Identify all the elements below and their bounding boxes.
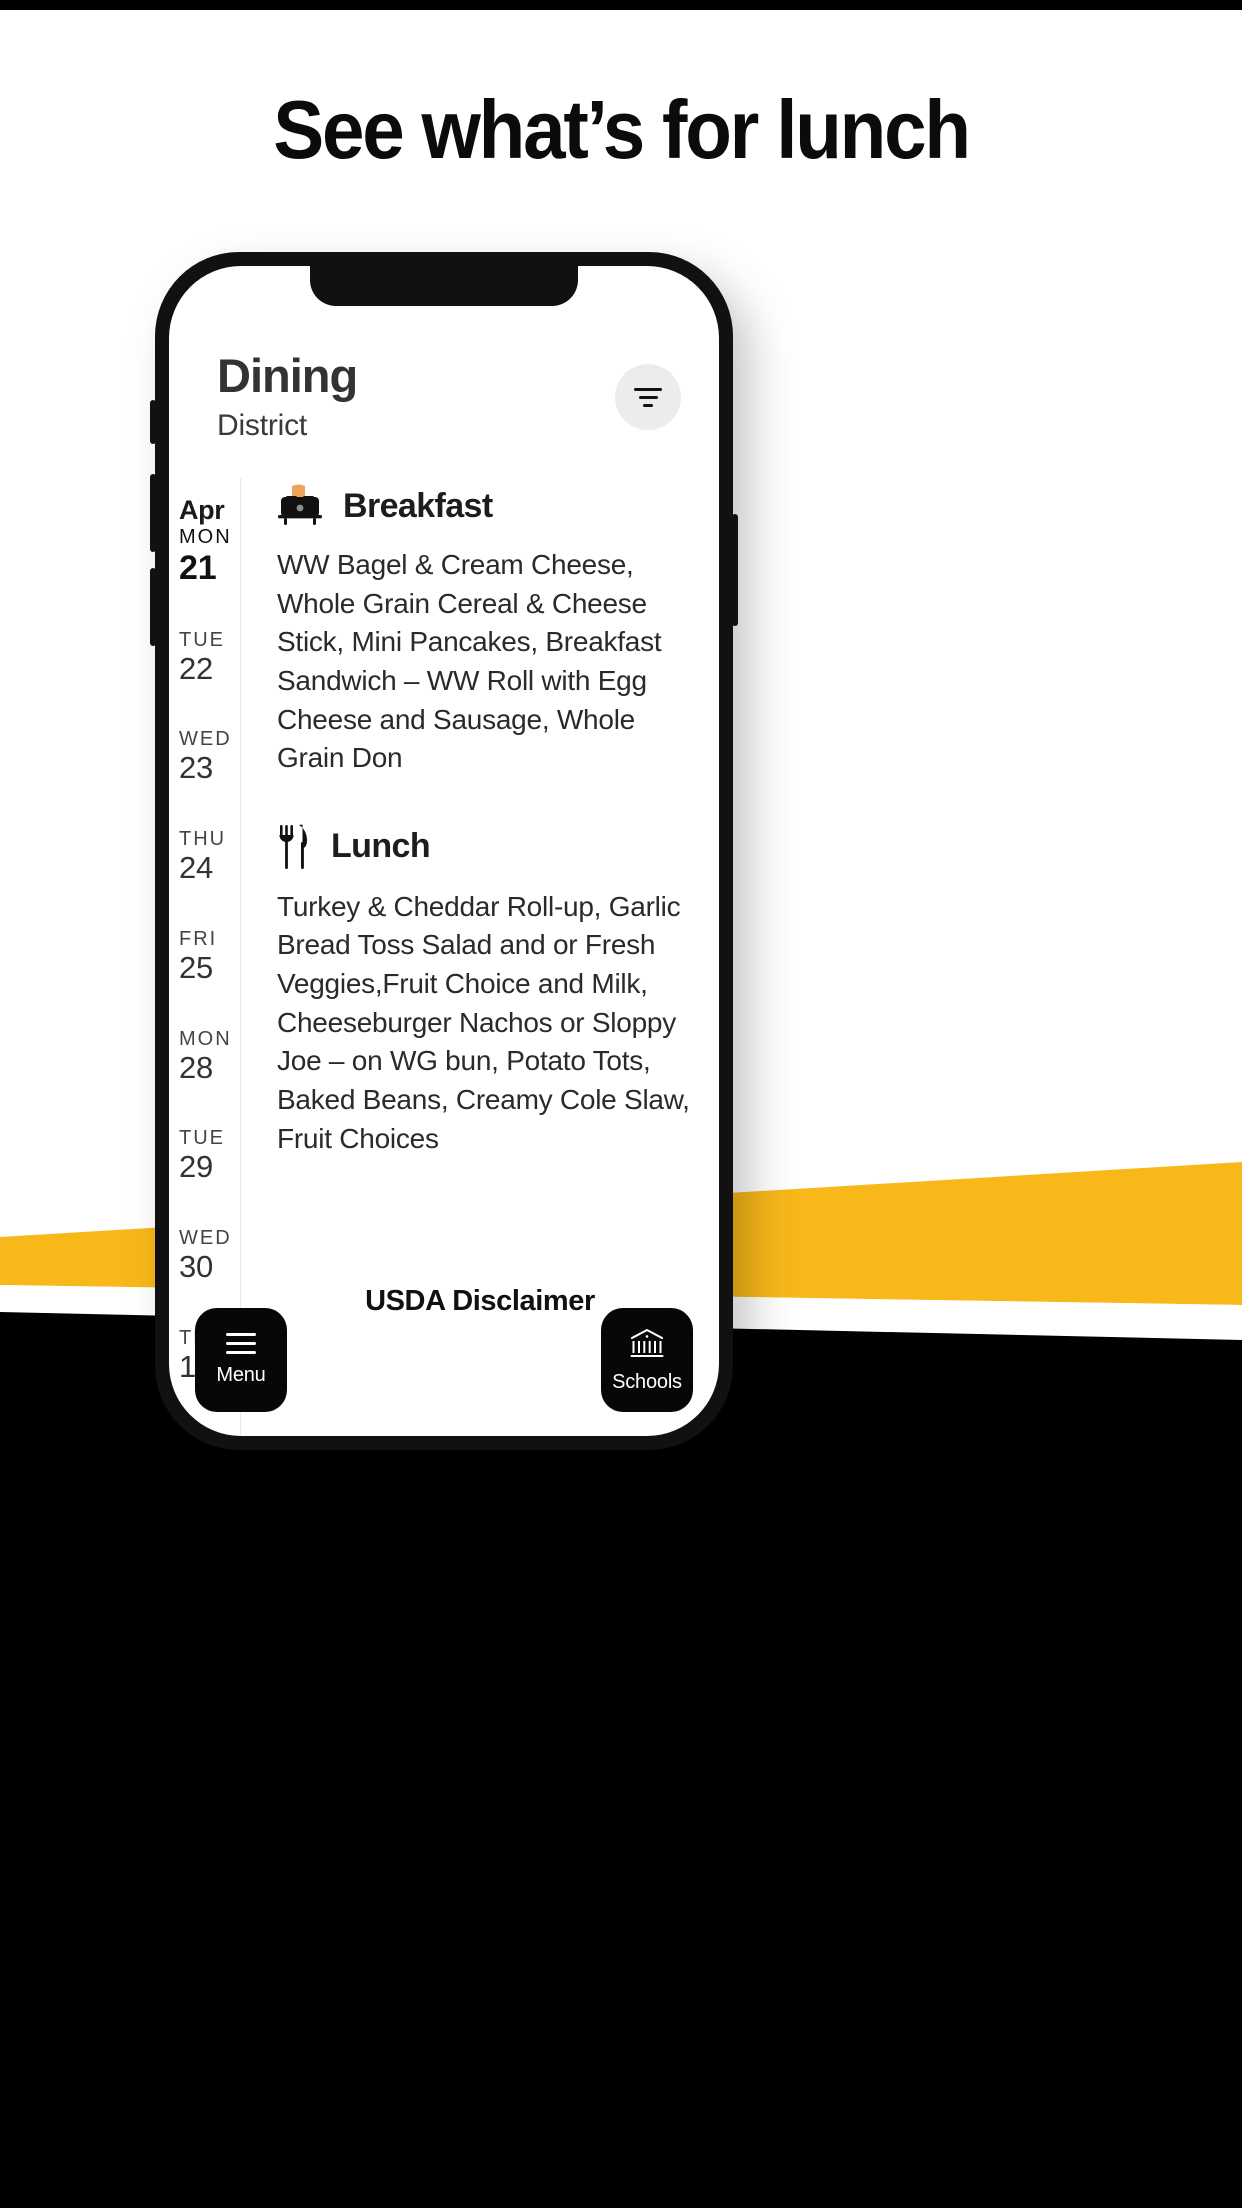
menu-button-label: Menu — [216, 1364, 266, 1386]
filter-bar-bottom — [643, 403, 653, 407]
bottom-dock: Menu Schools — [169, 1308, 719, 1412]
date-item[interactable]: WED 23 — [169, 714, 240, 800]
page-headline: See what’s for lunch — [273, 83, 971, 176]
filter-bar-top — [634, 387, 662, 391]
date-day-number: 23 — [179, 750, 214, 786]
phone-power-button — [732, 514, 738, 626]
toaster-icon — [277, 484, 323, 528]
filter-icon[interactable] — [615, 364, 681, 430]
date-day-number: 28 — [179, 1049, 214, 1085]
menu-button[interactable]: Menu — [195, 1308, 287, 1412]
date-weekday-label: THU — [179, 828, 227, 851]
date-item[interactable]: THU 24 — [169, 814, 240, 900]
date-weekday-label: WED — [179, 1227, 232, 1250]
date-weekday-label: FRI — [179, 927, 218, 950]
phone-volume-down-button — [150, 568, 156, 646]
schools-button[interactable]: Schools — [601, 1308, 693, 1412]
date-weekday-label: TUE — [179, 628, 225, 651]
date-day-number: 30 — [179, 1249, 214, 1285]
meal-block: Lunch Turkey & Cheddar Roll-up, Garlic Br… — [277, 824, 693, 1158]
date-day-number: 25 — [179, 949, 214, 985]
meal-header: Breakfast — [277, 484, 693, 528]
meal-description: Turkey & Cheddar Roll-up, Garlic Bread T… — [277, 890, 690, 1154]
title-block: Dining District — [217, 349, 358, 443]
date-weekday-label: MON — [179, 525, 232, 548]
filter-bar-middle — [638, 395, 658, 399]
phone-notch — [310, 266, 578, 306]
date-day-number: 24 — [179, 850, 214, 886]
page-subtitle: District — [217, 408, 308, 442]
date-item[interactable]: MON 28 — [169, 1014, 240, 1100]
date-rail[interactable]: Apr MON 21 TUE 22 WED 23 THU 24 FRI 25 MON 28 TUE 29 WE… — [169, 478, 241, 1436]
phone-frame: Dining District Apr MON 21 TUE 22 WED 23 THU 24 F… — [150, 252, 738, 1450]
page-title: Dining — [217, 349, 358, 402]
hamburger-menu-icon — [226, 1333, 256, 1354]
meal-description: WW Bagel & Cream Cheese, Whole Grain Cer… — [277, 549, 662, 774]
meal-title: Breakfast — [343, 486, 493, 525]
school-building-icon — [628, 1327, 666, 1361]
phone-silent-switch — [150, 400, 156, 444]
date-item[interactable]: FRI2 — [169, 1413, 240, 1436]
date-item[interactable]: Apr MON 21 — [169, 482, 240, 601]
date-item[interactable]: TUE 29 — [169, 1113, 240, 1199]
meal-header: Lunch — [277, 824, 693, 870]
meal-block: Breakfast WW Bagel & Cream Cheese, Whole … — [277, 484, 693, 778]
app-body: Apr MON 21 TUE 22 WED 23 THU 24 FRI 25 MON 28 TUE 29 WE… — [169, 478, 719, 1436]
date-day-number: 22 — [179, 650, 214, 686]
date-day-number: 21 — [179, 548, 217, 587]
date-item[interactable]: WED 30 — [169, 1213, 240, 1299]
date-item[interactable]: TUE 22 — [169, 615, 240, 701]
date-day-number: 29 — [179, 1149, 214, 1185]
date-item[interactable]: FRI 25 — [169, 914, 240, 1000]
schools-button-label: Schools — [612, 1370, 682, 1393]
fork-knife-icon — [277, 824, 311, 870]
date-weekday-label: FRI — [179, 1427, 240, 1436]
phone-screen: Dining District Apr MON 21 TUE 22 WED 23 THU 24 F… — [169, 266, 719, 1436]
date-weekday-label: TUE — [179, 1127, 225, 1150]
date-weekday-label: MON — [179, 1027, 232, 1050]
phone-volume-up-button — [150, 474, 156, 552]
meal-title: Lunch — [331, 827, 431, 866]
date-weekday-label: WED — [179, 728, 232, 751]
date-month-label: Apr — [179, 495, 225, 525]
